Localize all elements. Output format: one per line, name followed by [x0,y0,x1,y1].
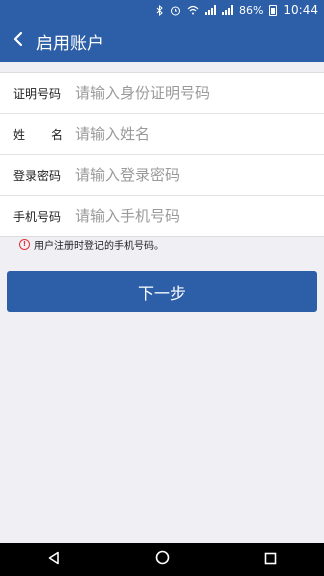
account-form: 证明号码 姓 名 登录密码 手机号码 [0,72,324,237]
info-icon: ! [19,239,30,250]
phone-hint: ! 用户注册时登记的手机号码。 [19,237,164,252]
square-recents-icon [264,550,277,569]
battery-percent: 86% [238,3,264,17]
clock: 10:44 [283,3,318,17]
id-number-row: 证明号码 [0,73,324,114]
chevron-left-icon [12,31,24,51]
name-label-char: 名 [50,127,63,142]
battery-icon [269,4,278,16]
triangle-back-icon [47,550,61,569]
bluetooth-icon [156,4,164,16]
phone-row: 手机号码 [0,196,324,236]
phone-label: 手机号码 [13,209,62,224]
id-number-input[interactable] [75,84,324,102]
home-key[interactable] [142,543,182,576]
wifi-icon [187,5,199,15]
page-title: 启用账户 [36,33,104,54]
next-step-button[interactable]: 下一步 [7,271,317,312]
app-header: 启用账户 [0,20,324,62]
system-navigation-bar [0,543,324,576]
password-input[interactable] [75,166,324,184]
signal-icon [221,5,233,15]
circle-home-icon [155,550,170,569]
name-label: 姓 名 [13,126,63,143]
id-number-label: 证明号码 [13,86,62,101]
name-row: 姓 名 [0,114,324,155]
recents-key[interactable] [250,543,290,576]
status-bar: 86% 10:44 [0,0,324,20]
signal-icon [204,5,216,15]
back-button[interactable] [4,20,32,62]
back-key[interactable] [34,543,74,576]
alarm-icon [170,5,181,16]
name-input[interactable] [75,125,324,143]
hint-text: 用户注册时登记的手机号码。 [34,241,164,252]
password-row: 登录密码 [0,155,324,196]
password-label: 登录密码 [13,168,62,183]
phone-input[interactable] [75,207,324,225]
name-label-char: 姓 [13,127,26,142]
